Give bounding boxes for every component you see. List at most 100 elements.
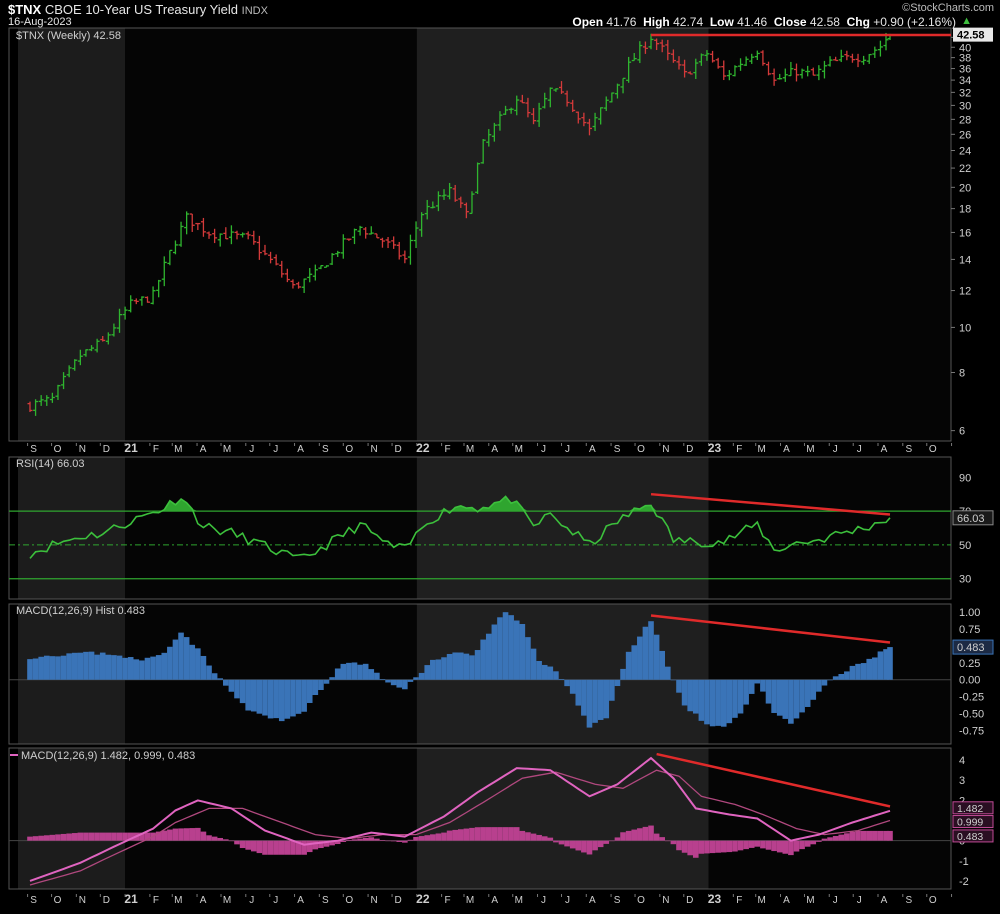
rsi-last-value: 66.03 [957,513,985,525]
x-tick-label: A [297,895,304,906]
macd-hist-bar [748,840,755,848]
macd-hist-bar [223,839,229,841]
macd-hist-bar [832,835,839,841]
x-tick-label: O [637,444,645,455]
macd-hist-bar [804,840,811,847]
hist-bar [379,679,386,680]
macd-hist-bar [698,840,705,854]
hist-bar [144,657,151,680]
macd-hist-bar [676,840,682,851]
year-band [125,457,417,599]
hist-bar [816,679,822,692]
hist-bar [804,679,811,707]
x-tick-label: J [565,895,570,906]
hist-bar [827,679,833,681]
x-tick-label: A [589,444,596,455]
macd-hist-bar [390,840,397,842]
chg-up-arrow-icon: ▲ [961,15,972,27]
macd-hist-bar [385,840,391,842]
macd-hist-bar [167,829,173,841]
y-tick-label: 20 [959,182,971,194]
hist-bar [676,679,682,693]
macd-hist-bar [497,827,503,841]
hist-bar [788,679,794,724]
hist-bar [525,637,531,680]
macd-hist-bar [547,837,554,841]
macd-hist-bar [441,832,447,841]
macd-hist-bar [396,840,403,842]
hist-bar [614,679,621,687]
hist-bar [228,679,235,692]
hist-bar [553,671,559,680]
macd-hist-bar [77,832,84,841]
hist-bar [625,651,632,680]
macd-hist-bar [681,840,688,853]
macd-hist-bar [301,840,307,855]
x-tick-label: S [30,895,37,906]
hist-bar [541,664,548,680]
macd-hist-bar [480,827,486,841]
macd-hist-bar [726,840,733,853]
hist-bar [547,666,554,680]
hist-bar [704,679,710,725]
macd-hist-bar [586,840,593,855]
hist-bar [43,655,50,680]
x-tick-label: 23 [708,441,722,455]
macd-hist-bar [709,840,716,854]
hist-bar [99,652,106,680]
macd-hist-bar [659,837,666,841]
hist-bar [463,653,470,680]
hist-bar [536,660,542,680]
macd-hist-bar [754,840,761,847]
macd-hist-bar [732,840,738,852]
hist-bar [653,634,660,680]
hist-bar [592,679,598,723]
hist-bar [206,665,212,680]
macd-hist-bar [715,840,721,853]
x-tick-label: F [153,444,159,455]
low-value: 41.46 [737,15,768,29]
x-tick-label: D [103,895,110,906]
year-band [708,457,951,599]
macd-hist-bar [536,834,542,841]
macd-hist-bar [83,832,89,841]
hist-bar [575,679,582,706]
hist-bar [860,663,867,680]
macd-hist-bar [491,827,498,841]
macd-hist-bar [855,830,861,841]
hist-bar [346,662,352,680]
hist-bar [390,679,397,686]
open-label: Open [572,15,604,29]
macd-hist-bar [55,834,61,841]
x-tick-label: A [297,444,304,455]
x-tick-label: S [614,895,621,906]
x-tick-label: S [905,895,912,906]
hist-bar [200,655,207,680]
macd-hist-bar [239,840,246,849]
y-tick-label: 38 [959,53,971,65]
macd-hist-bar [642,826,649,841]
hist-bar [581,679,587,716]
macd-hist-bar [430,834,436,841]
macd-last-value: 0.483 [957,831,983,843]
macd-hist-bar [692,840,699,858]
high-label: High [643,15,670,29]
year-band [18,748,126,889]
hist-bar [223,679,229,686]
hist-bar [329,677,335,680]
hist-bar [659,650,666,680]
macd-hist-bar [581,840,587,853]
hist-bar [250,679,257,712]
macd-hist-bar [569,840,576,849]
hist-bar [452,652,458,680]
macd-hist-bar [463,828,470,841]
x-tick-label: S [30,444,37,455]
hist-bar [681,679,688,706]
close-label: Close [773,15,807,29]
macd-hist-bar [508,827,514,841]
x-tick-label: N [370,895,377,906]
macd-hist-bar [502,827,509,841]
x-tick-label: O [345,444,353,455]
macd-hist-bar [94,832,100,841]
hist-bar [178,632,184,680]
